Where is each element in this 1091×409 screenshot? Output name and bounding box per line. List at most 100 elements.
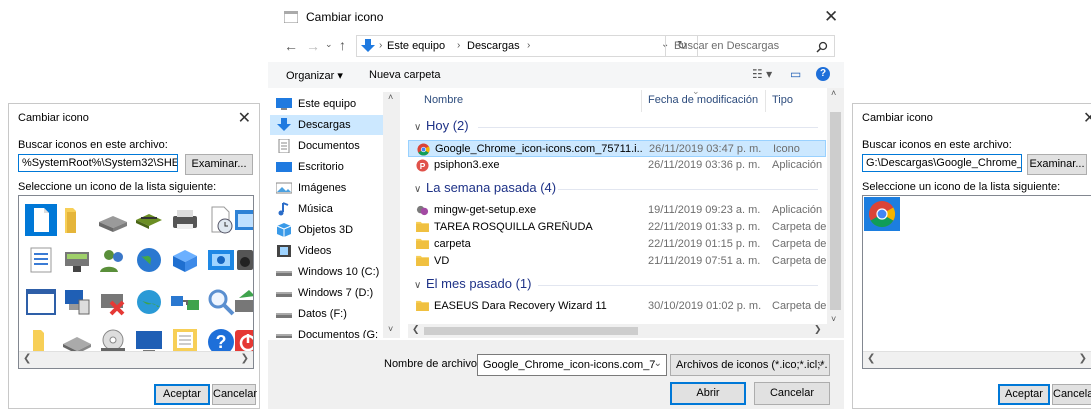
network-icon[interactable] [169, 286, 201, 318]
nav-scrollbar[interactable] [383, 92, 400, 338]
file-row[interactable]: TAREA ROSQUILLA GREÑUDA 22/11/2019 01:33 … [408, 219, 826, 236]
nav-item-datos-f[interactable]: Datos (F:) [270, 304, 400, 324]
speaker-icon[interactable] [233, 244, 254, 276]
scroll-left-icon[interactable]: ❮ [867, 353, 875, 364]
users-icon[interactable] [97, 244, 129, 276]
file-row[interactable]: Google_Chrome_icon-icons.com_75711.i... 2… [408, 140, 826, 157]
nav-item-im-genes[interactable]: Imágenes [270, 178, 400, 198]
group-header[interactable]: ∨ Hoy (2) [414, 118, 469, 133]
open-button[interactable]: Abrir [670, 382, 746, 405]
box-icon[interactable] [169, 244, 201, 276]
recent-chevron-icon[interactable]: ⌄ [325, 39, 333, 50]
back-arrow-icon[interactable]: ← [284, 38, 298, 54]
nav-item-windows-7-d[interactable]: Windows 7 (D:) [270, 283, 400, 303]
filename-input[interactable]: Google_Chrome_icon-icons.com_7 ⌄ [477, 354, 667, 376]
new-folder-button[interactable]: Nueva carpeta [369, 69, 441, 81]
nav-item-windows-10-c[interactable]: Windows 10 (C:) [270, 262, 400, 282]
blank-document-icon[interactable] [25, 204, 57, 236]
search-input[interactable]: Buscar en Descargas [674, 40, 779, 52]
computer-icon[interactable] [61, 286, 93, 318]
empty-window-icon[interactable] [25, 286, 57, 318]
chrome-icon[interactable] [868, 200, 896, 228]
nav-item-escritorio[interactable]: Escritorio [270, 157, 400, 177]
right-icon-list[interactable]: ❮ ❯ [862, 195, 1091, 369]
nav-item-m-sica[interactable]: Música [270, 199, 400, 219]
file-row[interactable]: EASEUS Dara Recovery Wizard 11 30/10/2019… [408, 298, 826, 315]
search-box[interactable]: Buscar en Descargas [665, 35, 835, 57]
nav-scroll-up-icon[interactable]: ˄ [388, 92, 393, 102]
file-row[interactable]: carpeta 22/11/2019 01:15 p. m. Carpeta de … [408, 236, 826, 253]
disconnect-icon[interactable] [97, 286, 129, 318]
cancel-button[interactable]: Cancelar [754, 382, 830, 405]
close-icon[interactable]: ✕ [824, 7, 838, 27]
close-icon[interactable]: ✕ [1083, 108, 1091, 128]
file-row[interactable]: Ppsiphon3.exe 26/11/2019 03:36 p. m. Aplic… [408, 157, 826, 174]
column-divider[interactable] [765, 90, 766, 112]
breadcrumb-descargas[interactable]: Descargas [467, 40, 520, 52]
left-icon-list-scrollbar[interactable]: ❮ ❯ [19, 351, 253, 368]
group-collapse-icon[interactable]: ∨ [414, 184, 426, 195]
file-type-dropdown-icon[interactable]: ⌄ [817, 358, 825, 369]
group-header[interactable]: ∨ La semana pasada (4) [414, 180, 556, 195]
column-date[interactable]: Fecha de modificación [648, 94, 758, 106]
nav-item-descargas[interactable]: Descargas [270, 115, 400, 135]
nav-item-videos[interactable]: Videos [270, 241, 400, 261]
left-cancel-button[interactable]: Cancelar [212, 384, 257, 405]
group-header[interactable]: ∨ El mes pasado (1) [414, 276, 532, 291]
column-name[interactable]: Nombre [424, 94, 463, 106]
file-row[interactable]: mingw-get-setup.exe 19/11/2019 09:23 a. m… [408, 202, 826, 219]
breadcrumb-este-equipo[interactable]: Este equipo [387, 40, 445, 52]
folder-icon[interactable] [61, 204, 93, 236]
view-options-icon[interactable]: ☷ ▾ [752, 67, 772, 81]
spreadsheet-icon[interactable] [25, 244, 57, 276]
right-file-path-input[interactable]: G:\Descargas\Google_Chrome_icon-icons.co… [862, 154, 1022, 172]
network-drive-icon[interactable] [61, 244, 93, 276]
window-icon[interactable] [233, 204, 254, 236]
file-list-vthumb[interactable] [830, 112, 841, 310]
nav-item-documentos[interactable]: Documentos [270, 136, 400, 156]
nav-item-este-equipo[interactable]: Este equipo [270, 94, 400, 114]
file-scroll-up-icon[interactable]: ˄ [831, 88, 836, 98]
right-browse-button[interactable]: Examinar... [1027, 154, 1087, 175]
device-icon[interactable] [97, 204, 129, 236]
left-ok-button[interactable]: Aceptar [154, 384, 210, 405]
group-collapse-icon[interactable]: ∨ [414, 122, 426, 133]
help-icon[interactable]: ? [816, 67, 830, 81]
left-browse-button[interactable]: Examinar... [185, 154, 253, 175]
file-scroll-left-icon[interactable]: ❮ [412, 324, 420, 335]
right-ok-button[interactable]: Aceptar [998, 384, 1050, 405]
nav-item-documentos-g[interactable]: Documentos (G: [270, 325, 400, 338]
chip-icon[interactable] [133, 204, 165, 236]
column-type[interactable]: Tipo [772, 94, 793, 106]
file-type-select[interactable]: Archivos de iconos (*.ico;*.icl;*. ⌄ [670, 354, 830, 376]
right-icon-list-scrollbar[interactable]: ❮ ❯ [863, 351, 1091, 368]
file-list-hthumb[interactable] [424, 327, 638, 335]
file-list-hscrollbar[interactable]: ❮ ❯ [408, 324, 844, 338]
scroll-right-icon[interactable]: ❯ [1079, 353, 1087, 364]
share-icon[interactable] [233, 286, 254, 318]
filename-dropdown-icon[interactable]: ⌄ [654, 358, 662, 369]
file-scroll-right-icon[interactable]: ❯ [814, 324, 822, 335]
file-list-vscrollbar[interactable] [827, 88, 844, 324]
printer-icon[interactable] [169, 204, 201, 236]
file-scroll-down-icon[interactable]: ˅ [831, 314, 836, 324]
file-row[interactable]: VD 21/11/2019 07:51 a. m. Carpeta de ar [408, 253, 826, 270]
file-list[interactable]: Nombre ⌄ Fecha de modificación Tipo ∨ Hoy… [408, 88, 844, 338]
nav-scroll-down-icon[interactable]: ˅ [388, 324, 393, 334]
internet-icon[interactable] [133, 286, 165, 318]
scroll-left-icon[interactable]: ❮ [23, 353, 31, 364]
globe-icon[interactable] [133, 244, 165, 276]
group-collapse-icon[interactable]: ∨ [414, 280, 426, 291]
left-icon-list[interactable]: ? ❮ ❯ [18, 195, 254, 369]
column-divider[interactable] [641, 90, 642, 112]
right-cancel-button[interactable]: Cancelar [1052, 384, 1091, 405]
preview-pane-icon[interactable]: ▭ [790, 67, 801, 81]
scroll-right-icon[interactable]: ❯ [241, 353, 249, 364]
address-bar[interactable]: › Este equipo › Descargas › ⌄ ↻ [356, 35, 698, 57]
selected-icon-cell[interactable] [864, 197, 900, 231]
navigation-pane[interactable]: Este equipo Descargas Documentos Escritorio… [270, 92, 400, 338]
left-file-path-input[interactable]: %SystemRoot%\System32\SHELL32.dll [18, 154, 178, 172]
nav-item-objetos-3d[interactable]: Objetos 3D [270, 220, 400, 240]
organize-menu[interactable]: Organizar ▾ [286, 69, 343, 82]
close-icon[interactable]: ✕ [238, 108, 251, 128]
